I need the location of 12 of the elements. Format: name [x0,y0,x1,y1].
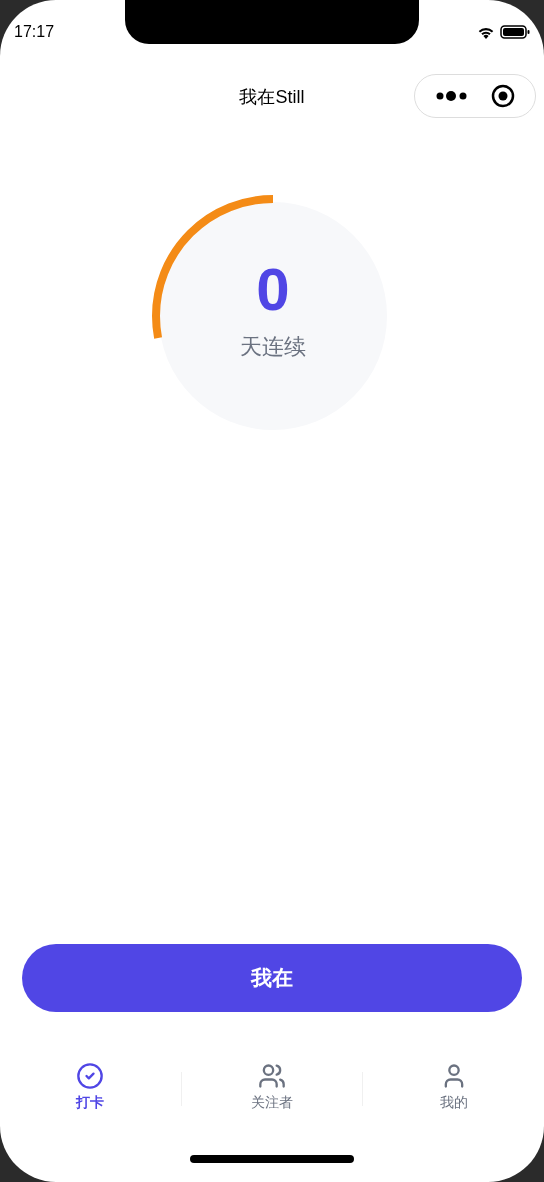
streak-label: 天连续 [240,332,306,361]
status-time: 17:17 [14,22,55,42]
tab-item[interactable]: 打卡 [0,1054,181,1124]
people-icon [258,1062,286,1090]
tab-item[interactable]: 我的 [363,1054,544,1124]
battery-icon [500,25,530,39]
wifi-icon [477,25,495,39]
page-title: 我在Still [239,85,305,109]
checkin-button[interactable]: 我在 [22,944,522,1012]
check-circle-icon [76,1062,105,1090]
tab-item[interactable]: 关注者 [181,1054,363,1124]
streak-count: 0 [256,259,290,320]
